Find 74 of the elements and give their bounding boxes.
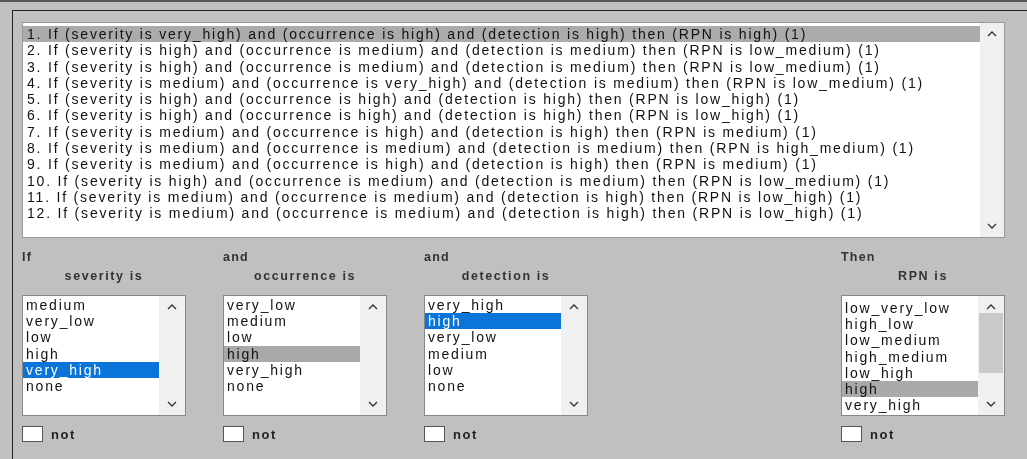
variable-label: detection is <box>461 269 551 285</box>
scroll-up-icon[interactable] <box>569 304 579 310</box>
not-checkbox[interactable] <box>424 426 445 442</box>
option-item[interactable]: medium <box>425 345 561 362</box>
option-item[interactable]: low <box>224 329 360 346</box>
scrollbar[interactable] <box>561 296 587 415</box>
variable-label: RPN is <box>898 269 948 285</box>
rule-item[interactable]: 8. If (severity is medium) and (occurrence is medium) and (detection is medium) then (RPN is high_medium) (1) <box>23 140 980 157</box>
option-item[interactable]: low_very_low <box>842 300 978 317</box>
scrollbar[interactable] <box>360 296 386 415</box>
option-item[interactable]: very_high <box>425 297 561 314</box>
rule-item[interactable]: 4. If (severity is medium) and (occurrence is very_high) and (detection is medium) then (RPN is low_medium) (1) <box>23 74 980 92</box>
option-item[interactable]: low_high <box>842 364 978 381</box>
option-item[interactable]: very_low <box>425 329 561 346</box>
scroll-up-icon[interactable] <box>368 304 378 310</box>
rule-item[interactable]: 9. If (severity is medium) and (occurrence is high) and (detection is high) then (RPN is medium) (1) <box>23 156 980 173</box>
option-item[interactable]: very_low <box>224 297 360 314</box>
option-item[interactable]: high_medium <box>842 348 978 365</box>
connective-label: If <box>22 250 33 266</box>
rule-item[interactable]: 3. If (severity is high) and (occurrence is medium) and (detection is medium) then (RPN is low_medium) (1) <box>23 58 980 75</box>
checkbox-label: not <box>51 426 76 442</box>
rule-item[interactable]: 7. If (severity is medium) and (occurrence is high) and (detection is high) then (RPN is medium) (1) <box>23 123 980 141</box>
scrollbar[interactable] <box>159 296 185 415</box>
checkbox-label: not <box>453 426 478 442</box>
rule-item[interactable]: 2. If (severity is high) and (occurrence is medium) and (detection is medium) then (RPN is low_medium) (1) <box>23 42 980 59</box>
scroll-down-icon[interactable] <box>987 223 997 229</box>
rule-item[interactable]: 1. If (severity is very_high) and (occurrence is high) and (detection is high) then (RPN is high) (1) <box>23 26 980 43</box>
scroll-down-icon[interactable] <box>167 401 177 407</box>
option-item[interactable]: low <box>23 329 159 346</box>
option-item[interactable]: high <box>224 345 360 362</box>
rule-item[interactable]: 12. If (severity is medium) and (occurrence is medium) and (detection is high) then (RPN is low_high) (1) <box>23 205 980 222</box>
scrollbar[interactable] <box>980 23 1004 237</box>
checkbox-label: not <box>870 426 895 442</box>
option-item[interactable]: very_high <box>224 361 360 378</box>
option-item[interactable]: medium <box>224 313 360 330</box>
scroll-down-icon[interactable] <box>569 401 579 407</box>
option-list[interactable]: very_high high very_low medium low none <box>424 295 588 416</box>
scroll-up-icon[interactable] <box>986 304 996 310</box>
connective-label: and <box>424 250 450 266</box>
scroll-down-icon[interactable] <box>368 401 378 407</box>
rule-item[interactable]: 11. If (severity is medium) and (occurrence is medium) and (detection is high) then (RPN is low_high) (1) <box>23 188 980 206</box>
connective-label: and <box>223 250 249 266</box>
option-item[interactable]: high <box>23 345 159 362</box>
option-list[interactable]: very_low medium low high very_high none <box>223 295 387 416</box>
rule-list[interactable] <box>22 22 1005 238</box>
rule-item[interactable]: 6. If (severity is high) and (occurrence is high) and (detection is high) then (RPN is low_high) (1) <box>23 107 980 124</box>
option-item[interactable]: none <box>425 377 561 395</box>
option-item[interactable]: low_medium <box>842 332 978 349</box>
checkbox-label: not <box>252 426 277 442</box>
option-list[interactable]: low_very_low high_low low_medium high_medium low_high high very_high <box>841 295 1005 416</box>
not-checkbox[interactable] <box>223 426 244 442</box>
option-item[interactable]: very_low <box>23 313 159 330</box>
scroll-up-icon[interactable] <box>987 31 997 37</box>
option-item[interactable]: very_high <box>23 361 159 378</box>
scrollbar-thumb[interactable] <box>979 312 1003 373</box>
variable-label: severity is <box>64 269 144 285</box>
scroll-up-icon[interactable] <box>167 304 177 310</box>
scrollbar[interactable] <box>978 296 1004 415</box>
rule-item[interactable]: 10. If (severity is high) and (occurrence is medium) and (detection is medium) then (RPN is low_medium) (1) <box>23 172 980 189</box>
option-list[interactable]: medium very_low low high very_high none <box>22 295 186 416</box>
option-item[interactable]: medium <box>23 297 159 314</box>
option-item[interactable]: very_high <box>842 397 978 414</box>
not-checkbox[interactable] <box>22 426 43 442</box>
option-item[interactable]: high <box>842 380 978 398</box>
option-item[interactable]: low <box>425 361 561 378</box>
rule-item[interactable]: 5. If (severity is high) and (occurrence is high) and (detection is high) then (RPN is low_high) (1) <box>23 91 980 108</box>
option-item[interactable]: none <box>23 377 159 395</box>
variable-label: occurrence is <box>253 269 357 285</box>
not-checkbox[interactable] <box>841 426 862 442</box>
connective-label: Then <box>841 250 876 266</box>
option-item[interactable]: high_low <box>842 316 978 333</box>
scroll-down-icon[interactable] <box>986 401 996 407</box>
option-item[interactable]: none <box>224 377 360 395</box>
option-item[interactable]: high <box>425 313 561 330</box>
